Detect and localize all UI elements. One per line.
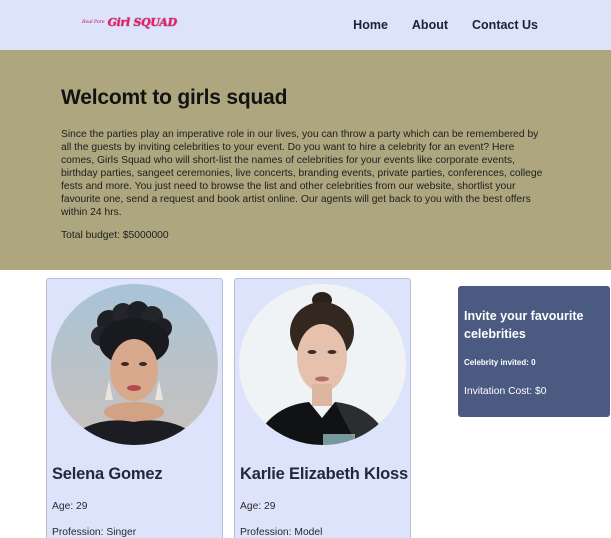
celebrity-card[interactable]: Karlie Elizabeth Kloss Age: 29 Professio… (234, 278, 411, 538)
celebrity-photo (51, 284, 218, 445)
nav-link-contact[interactable]: Contact Us (472, 18, 538, 32)
logo-main-text: Girl SQUAD (107, 15, 178, 29)
celebrity-invited-count: Celebrity invited: 0 (464, 358, 536, 367)
nav-link-home[interactable]: Home (353, 18, 388, 32)
top-navbar: Real Pare Girl SQUAD Home About Contact … (0, 0, 611, 50)
celebrity-age: Age: 29 (240, 501, 276, 512)
hero-section: Welcomt to girls squad Since the parties… (0, 50, 611, 270)
site-logo[interactable]: Real Pare Girl SQUAD (82, 15, 177, 29)
hero-title: Welcomt to girls squad (61, 86, 288, 109)
nav-link-about[interactable]: About (412, 18, 448, 32)
celebrity-photo (239, 284, 406, 445)
invite-panel: Invite your favourite celebrities Celebr… (458, 286, 610, 417)
hero-description: Since the parties play an imperative rol… (61, 129, 543, 218)
invite-title: Invite your favourite celebrities (464, 309, 584, 341)
total-budget: Total budget: $5000000 (61, 230, 169, 241)
nav-menu: Home About Contact Us (353, 18, 538, 32)
celebrity-card[interactable]: Selena Gomez Age: 29 Profession: Singer (46, 278, 223, 538)
celebrity-name: Karlie Elizabeth Kloss (240, 465, 408, 483)
celebrity-profession: Profession: Model (240, 527, 323, 538)
celebrity-age: Age: 29 (52, 501, 88, 512)
logo-small-text: Real Pare (82, 19, 105, 25)
celebrity-name: Selena Gomez (52, 465, 163, 483)
celebrity-profession: Profession: Singer (52, 527, 137, 538)
invitation-cost: Invitation Cost: $0 (464, 386, 547, 397)
